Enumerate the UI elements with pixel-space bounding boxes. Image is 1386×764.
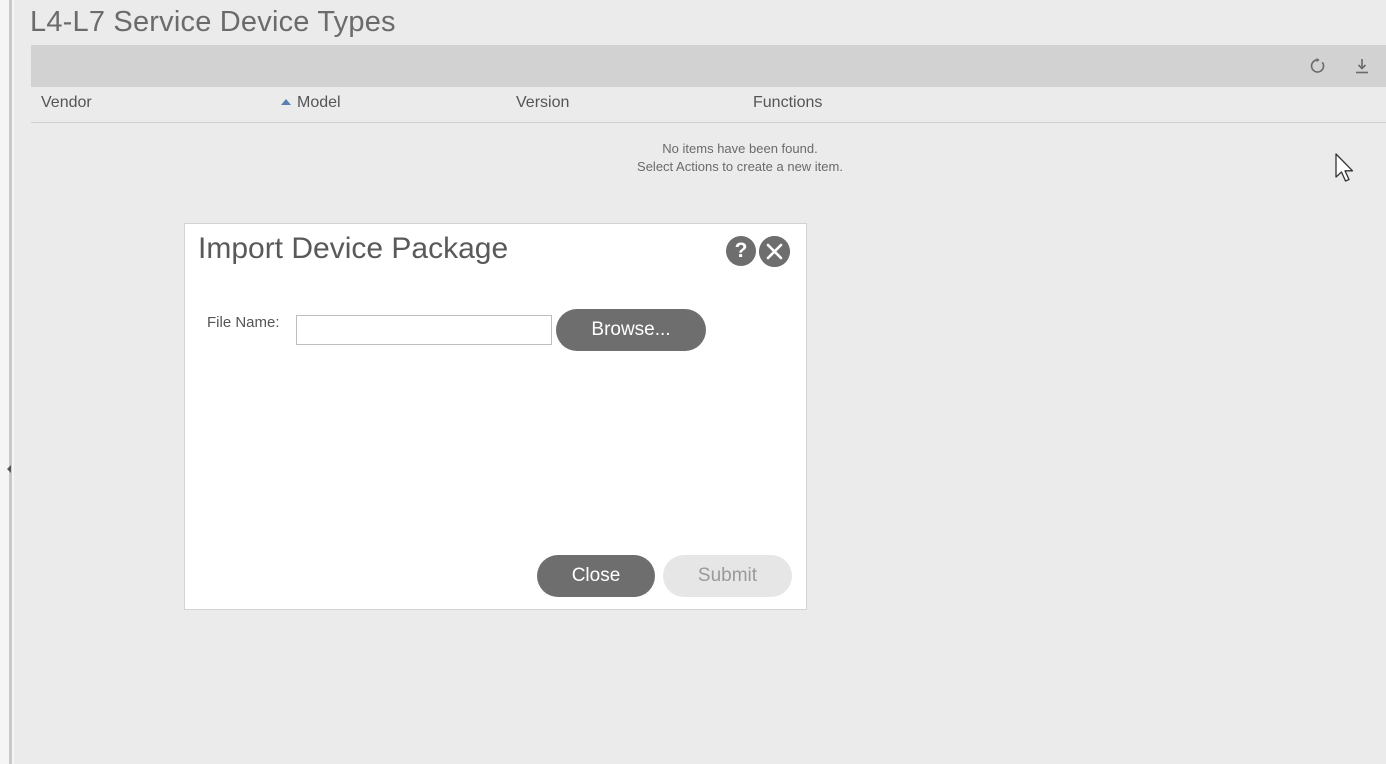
empty-state-line-1: No items have been found. (662, 141, 818, 156)
table-toolbar (31, 45, 1386, 87)
empty-state-line-2: Select Actions to create a new item. (637, 159, 843, 174)
import-device-package-dialog: Import Device Package ? File Name: Brows… (184, 223, 807, 610)
column-header-model[interactable]: Model (281, 94, 341, 112)
help-icon[interactable]: ? (726, 236, 756, 266)
collapse-arrow-icon[interactable] (7, 465, 11, 473)
column-header-label: Version (516, 94, 570, 111)
file-name-label: File Name: (207, 314, 280, 331)
close-icon[interactable] (759, 236, 790, 267)
left-rail-divider[interactable] (9, 0, 12, 764)
column-header-vendor[interactable]: Vendor (41, 94, 92, 112)
mouse-cursor-icon (1335, 153, 1354, 182)
refresh-icon[interactable] (1309, 57, 1327, 75)
app-screen: L4-L7 Service Device Types Vendor Model … (0, 0, 1386, 764)
column-header-label: Model (297, 94, 341, 111)
column-header-label: Vendor (41, 94, 92, 111)
page-title: L4-L7 Service Device Types (30, 6, 396, 38)
dialog-title: Import Device Package (198, 232, 509, 265)
download-icon[interactable] (1353, 57, 1371, 75)
close-button[interactable]: Close (537, 555, 655, 597)
submit-button[interactable]: Submit (663, 555, 792, 597)
empty-state-message: No items have been found. Select Actions… (540, 140, 940, 176)
browse-button[interactable]: Browse... (556, 309, 706, 351)
column-header-functions[interactable]: Functions (753, 94, 822, 112)
file-name-input[interactable] (296, 315, 552, 345)
table-header: Vendor Model Version Functions (31, 88, 1386, 123)
column-header-label: Functions (753, 94, 823, 111)
sort-ascending-icon (281, 99, 291, 105)
left-rail (0, 0, 14, 764)
column-header-version[interactable]: Version (516, 94, 569, 112)
